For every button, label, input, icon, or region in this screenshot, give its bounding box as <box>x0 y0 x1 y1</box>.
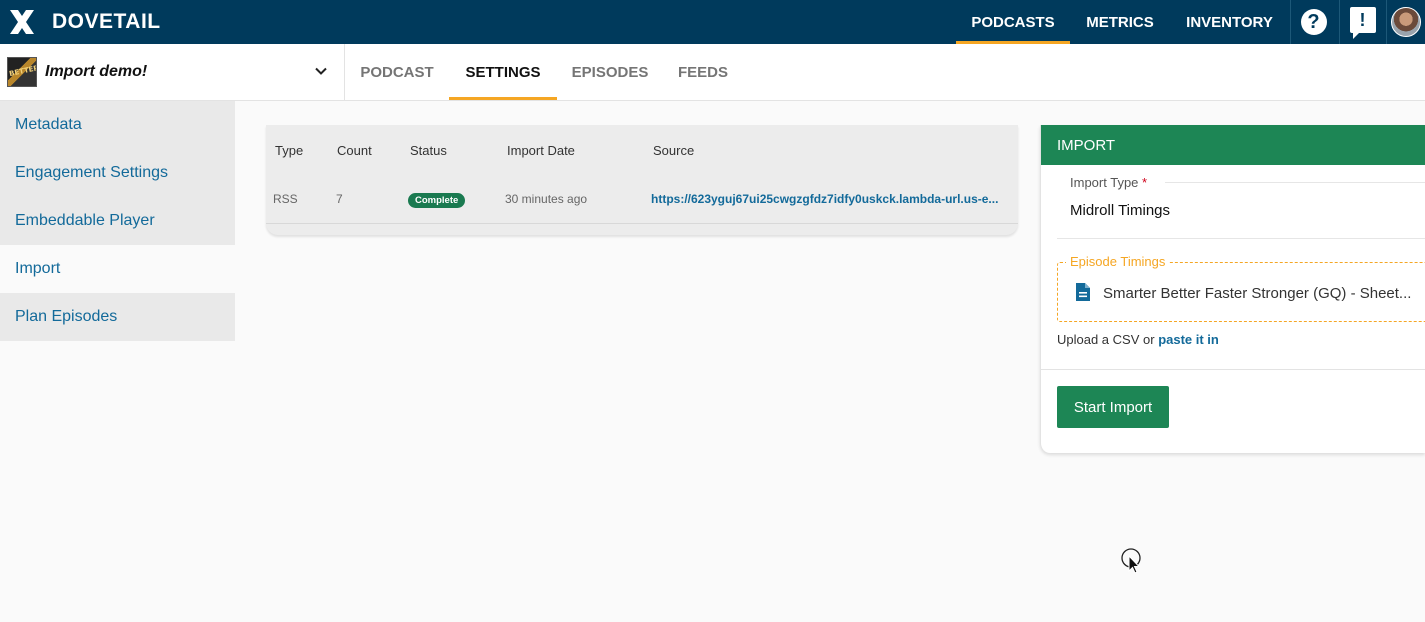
column-header-status: Status <box>410 143 447 158</box>
import-type-label: Import Type * <box>1070 175 1147 190</box>
sidebar-item-engagement-settings[interactable]: Engagement Settings <box>0 149 235 197</box>
cell-import-date: 30 minutes ago <box>505 192 588 206</box>
podcast-header: BETTER Import demo! PODCAST SETTINGS EPI… <box>0 44 1425 101</box>
topnav-inventory[interactable]: INVENTORY <box>1170 0 1289 44</box>
dovetail-x-icon <box>10 10 34 34</box>
help-button[interactable]: ? <box>1290 0 1336 44</box>
file-name: Smarter Better Faster Stronger (GQ) - Sh… <box>1103 285 1412 302</box>
topnav-metrics-label: METRICS <box>1086 13 1154 31</box>
tab-podcast-label: PODCAST <box>360 63 434 81</box>
import-panel-header: IMPORT <box>1041 125 1425 165</box>
tab-episodes-label: EPISODES <box>571 63 649 81</box>
field-underline <box>1057 238 1425 239</box>
sidebar-item-plan-episodes[interactable]: Plan Episodes <box>0 293 235 341</box>
user-menu-button[interactable] <box>1386 0 1425 44</box>
tab-feeds-label: FEEDS <box>677 63 728 81</box>
settings-sidebar: Metadata Engagement Settings Embeddable … <box>0 101 235 341</box>
feedback-button[interactable]: ! <box>1339 0 1385 44</box>
podcast-selector[interactable]: BETTER Import demo! <box>0 44 345 100</box>
topnav-podcasts-label: PODCASTS <box>971 13 1055 31</box>
required-marker: * <box>1142 175 1148 190</box>
paste-it-in-link[interactable]: paste it in <box>1158 332 1219 347</box>
field-divider <box>1165 182 1425 183</box>
cell-type: RSS <box>273 192 298 206</box>
episode-timings-file-field[interactable]: Episode Timings Smarter Better Faster St… <box>1057 254 1425 322</box>
sidebar-item-label: Engagement Settings <box>15 164 168 181</box>
episode-timings-label: Episode Timings <box>1066 254 1170 269</box>
tab-episodes[interactable]: EPISODES <box>557 44 663 100</box>
upload-hint: Upload a CSV or paste it in <box>1057 332 1219 347</box>
tab-settings[interactable]: SETTINGS <box>449 44 557 100</box>
feedback-icon: ! <box>1349 7 1376 39</box>
import-type-label-text: Import Type <box>1070 175 1139 190</box>
document-icon <box>1076 283 1090 301</box>
column-header-import-date: Import Date <box>507 143 575 158</box>
upload-hint-text: Upload a CSV or <box>1057 332 1155 347</box>
column-header-source: Source <box>653 143 695 158</box>
sidebar-item-label: Embeddable Player <box>15 212 155 229</box>
cell-count: 7 <box>336 192 343 206</box>
sidebar-item-import[interactable]: Import <box>0 245 235 293</box>
imports-table: Type Count Status Import Date Source RSS… <box>266 125 1018 235</box>
podcast-thumbnail: BETTER <box>7 57 37 87</box>
topnav-inventory-label: INVENTORY <box>1186 13 1273 31</box>
avatar <box>1391 7 1421 37</box>
chevron-down-icon <box>315 67 327 75</box>
question-circle-icon: ? <box>1300 9 1327 35</box>
sidebar-item-metadata[interactable]: Metadata <box>0 101 235 149</box>
panel-divider <box>1041 369 1425 370</box>
column-header-count: Count <box>337 143 372 158</box>
column-header-type: Type <box>275 143 304 158</box>
brand-logo[interactable]: DOVETAIL <box>6 2 161 42</box>
tab-podcast[interactable]: PODCAST <box>345 44 449 100</box>
status-badge: Complete <box>408 193 466 208</box>
start-import-button[interactable]: Start Import <box>1057 386 1169 428</box>
sidebar-item-label: Metadata <box>15 116 82 133</box>
source-link[interactable]: https://623yguj67ui25cwgzgfdz7idfy0uskck… <box>651 192 1011 206</box>
tab-settings-label: SETTINGS <box>465 63 541 81</box>
import-type-select[interactable]: Midroll Timings <box>1070 202 1170 219</box>
podcast-name: Import demo! <box>45 63 148 80</box>
sidebar-item-label: Import <box>15 260 61 277</box>
topnav-metrics[interactable]: METRICS <box>1070 0 1170 44</box>
topnav-podcasts[interactable]: PODCASTS <box>956 0 1070 44</box>
mouse-cursor-icon <box>1121 548 1141 574</box>
import-panel: IMPORT Import Type * Midroll Timings Epi… <box>1040 125 1425 453</box>
top-navbar: DOVETAIL PODCASTS METRICS INVENTORY ? ! <box>0 0 1425 44</box>
sidebar-item-label: Plan Episodes <box>15 308 118 325</box>
row-divider <box>266 223 1018 224</box>
tab-feeds[interactable]: FEEDS <box>663 44 743 100</box>
podcast-thumbnail-text: BETTER <box>8 63 37 79</box>
import-panel-title: IMPORT <box>1057 136 1116 154</box>
sidebar-item-embeddable-player[interactable]: Embeddable Player <box>0 197 235 245</box>
brand-name: DOVETAIL <box>52 10 161 33</box>
